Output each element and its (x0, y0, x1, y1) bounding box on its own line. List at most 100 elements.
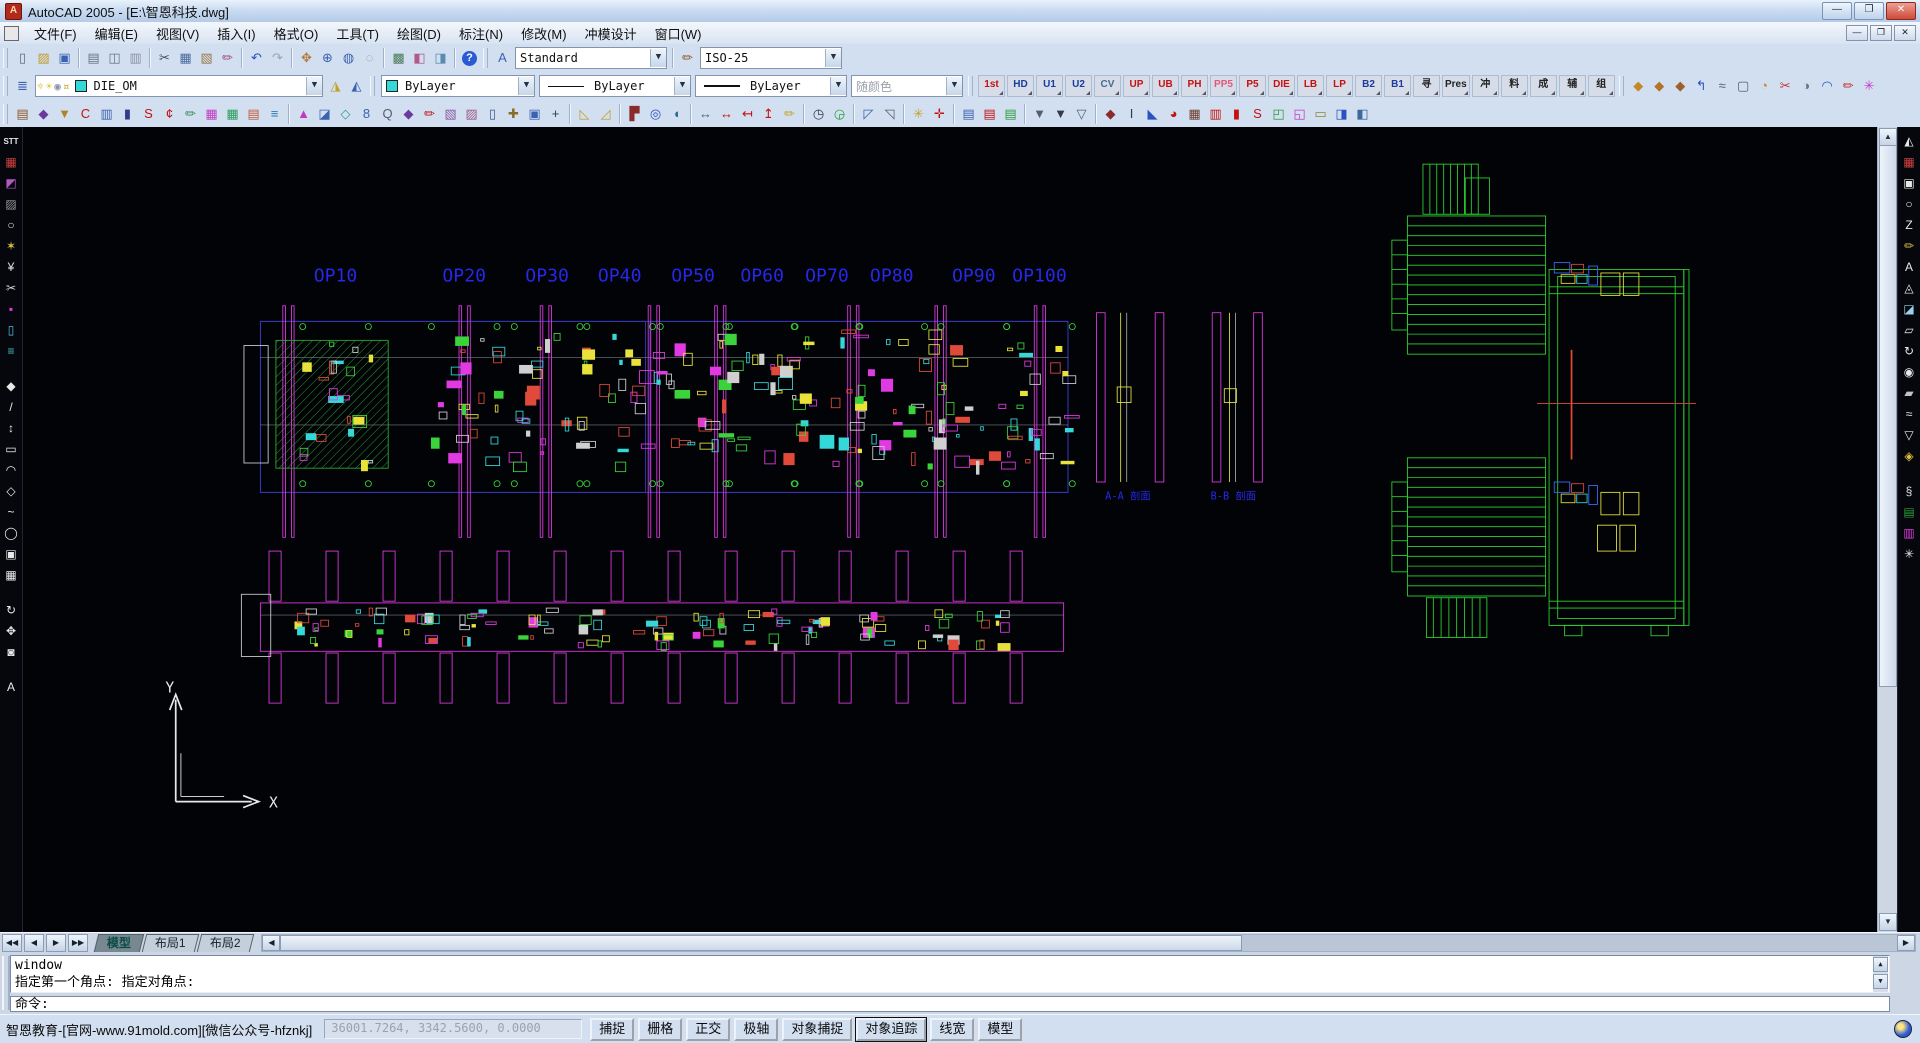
bend-icon[interactable]: ↰ (1692, 77, 1711, 95)
punch2-icon[interactable]: ▼ (1051, 105, 1070, 123)
flower-icon[interactable]: ✳ (1860, 77, 1879, 95)
spring-icon[interactable]: ≈ (1713, 77, 1732, 95)
table-green-icon[interactable]: ▤ (1001, 105, 1020, 123)
trim-icon[interactable]: ✂ (1776, 77, 1795, 95)
menu-item-8[interactable]: 修改(M) (512, 23, 576, 44)
designcenter-icon[interactable]: ◧ (410, 49, 429, 67)
quick-dim-icon[interactable]: 8 (357, 105, 376, 123)
draw-point-icon[interactable]: ◆ (2, 377, 21, 396)
toolbar-grip[interactable] (3, 48, 8, 68)
toolbar-grip[interactable] (968, 76, 973, 96)
menu-item-5[interactable]: 工具(T) (327, 23, 388, 44)
die-button-U2[interactable]: U2 (1065, 75, 1092, 97)
edit-sheet-icon[interactable]: ▨ (462, 105, 481, 123)
sec-r-icon[interactable]: § (1900, 482, 1919, 501)
scroll-down-icon[interactable]: ▼ (1879, 913, 1897, 931)
ucs-move-icon[interactable]: ◿ (596, 105, 615, 123)
table-blue-icon[interactable]: ▤ (959, 105, 978, 123)
color-grid-icon[interactable]: ▦ (2, 153, 21, 172)
child-restore-button[interactable]: ❐ (1870, 25, 1892, 41)
command-input[interactable]: 命令: (10, 996, 1890, 1012)
draw-cloud-icon[interactable]: ~ (2, 503, 21, 522)
scissors-tool-icon[interactable]: ✂ (2, 279, 21, 298)
tab-nav-1[interactable]: ◀ (24, 934, 44, 952)
die-button-U1[interactable]: U1 (1036, 75, 1063, 97)
zoom-previous-icon[interactable]: ◌ (360, 49, 379, 67)
tab-nav-0[interactable]: ◀◀ (2, 934, 22, 952)
tab-布局2[interactable]: 布局2 (196, 934, 253, 952)
die-button-料[interactable]: 料 (1501, 75, 1528, 97)
match-properties-icon[interactable]: ✏ (218, 49, 237, 67)
block-colors-icon[interactable]: ▦ (223, 105, 242, 123)
die-button-DIE[interactable]: DIE (1268, 75, 1295, 97)
die-button-成[interactable]: 成 (1530, 75, 1557, 97)
layer-folder-icon[interactable]: ▼ (55, 105, 74, 123)
command-history[interactable]: window 指定第一个角点: 指定对角点: ▲ ▼ (10, 955, 1890, 993)
radius-icon[interactable]: ◠ (1818, 77, 1837, 95)
annotate-icon[interactable]: ◪ (315, 105, 334, 123)
table-red-icon[interactable]: ▤ (980, 105, 999, 123)
zoom-window-icon[interactable]: ◍ (339, 49, 358, 67)
die-ramp-icon[interactable]: ◣ (1143, 105, 1162, 123)
text-r-icon[interactable]: A (1900, 258, 1919, 277)
star-tool-icon[interactable]: ✶ (2, 237, 21, 256)
die-clamp-icon[interactable]: ◱ (1290, 105, 1309, 123)
toggle-捕捉[interactable]: 捕捉 (590, 1018, 634, 1041)
die-pin-icon[interactable]: I (1122, 105, 1141, 123)
toggle-极轴[interactable]: 极轴 (734, 1018, 778, 1041)
mag-r-icon[interactable]: ▥ (1900, 524, 1919, 543)
draw-xline-icon[interactable]: ↕ (2, 419, 21, 438)
die-button-LB[interactable]: LB (1297, 75, 1324, 97)
die-bar-icon[interactable]: ▮ (1227, 105, 1246, 123)
toolbar-grip[interactable] (483, 48, 488, 68)
book-icon[interactable]: ◆ (399, 105, 418, 123)
die-guide-icon[interactable]: ◰ (1269, 105, 1288, 123)
layers-tool-icon[interactable]: ≡ (2, 342, 21, 361)
text-style-icon[interactable]: ▤ (13, 105, 32, 123)
doc-tool-icon[interactable]: ▯ (2, 321, 21, 340)
hatch-icon[interactable]: ▨ (2, 195, 21, 214)
fillet-icon[interactable]: ◹ (880, 105, 899, 123)
dim-style-dropdown[interactable]: ISO-25▼ (700, 47, 842, 69)
toggle-栅格[interactable]: 栅格 (638, 1018, 682, 1041)
toolbar-grip[interactable] (3, 76, 8, 96)
dim-linear2-icon[interactable]: ↔ (717, 105, 736, 123)
para-r-icon[interactable]: ▱ (1900, 321, 1919, 340)
menu-item-4[interactable]: 格式(O) (265, 23, 328, 44)
menu-item-1[interactable]: 编辑(E) (86, 23, 147, 44)
tri2-r-icon[interactable]: ▽ (1900, 426, 1919, 445)
vertical-scrollbar[interactable]: ▲ ▼ (1877, 127, 1897, 932)
die-button-UP[interactable]: UP (1123, 75, 1150, 97)
text-tool-icon[interactable]: A (2, 678, 21, 697)
palette-icon[interactable]: ◩ (2, 174, 21, 193)
node-icon[interactable]: ✳ (909, 105, 928, 123)
properties-icon[interactable]: ▩ (389, 49, 408, 67)
t-punch-icon[interactable]: ▛ (625, 105, 644, 123)
command-scrollbar[interactable]: ▲ ▼ (1873, 956, 1888, 992)
cut-icon[interactable]: ✂ (155, 49, 174, 67)
open-icon[interactable]: ▨ (34, 49, 53, 67)
toggle-对象捕捉[interactable]: 对象捕捉 (782, 1018, 852, 1041)
horizontal-scroll-thumb[interactable] (280, 935, 1242, 951)
child-close-button[interactable]: ✕ (1894, 25, 1916, 41)
die-band-icon[interactable]: ▭ (1311, 105, 1330, 123)
die-button-组[interactable]: 组 (1588, 75, 1615, 97)
model-space-viewport[interactable]: OP10OP20OP30OP40OP50OP60OP70OP80OP90OP10… (0, 127, 1920, 932)
toggle-模型[interactable]: 模型 (978, 1018, 1022, 1041)
command-window-grip[interactable] (2, 956, 10, 1010)
tab-nav-3[interactable]: ▶▶ (68, 934, 88, 952)
bar-r-icon[interactable]: ▰ (1900, 384, 1919, 403)
layer-stack-icon[interactable]: ≡ (265, 105, 284, 123)
tri-r-icon[interactable]: ◬ (1900, 279, 1919, 298)
die-button-Pres[interactable]: Pres (1442, 75, 1470, 97)
pan-icon[interactable]: ✥ (297, 49, 316, 67)
text-style-dropdown[interactable]: Standard▼ (515, 47, 667, 69)
toolbar-grip[interactable] (370, 76, 375, 96)
tool-palettes-icon[interactable]: ◨ (431, 49, 450, 67)
die-button-P5[interactable]: P5 (1239, 75, 1266, 97)
layer-previous-icon[interactable]: ◭ (347, 77, 366, 95)
die-button-HD[interactable]: HD (1007, 75, 1034, 97)
currency-tool-icon[interactable]: ¥ (2, 258, 21, 277)
half-r-icon[interactable]: ◪ (1900, 300, 1919, 319)
menu-item-0[interactable]: 文件(F) (25, 23, 86, 44)
